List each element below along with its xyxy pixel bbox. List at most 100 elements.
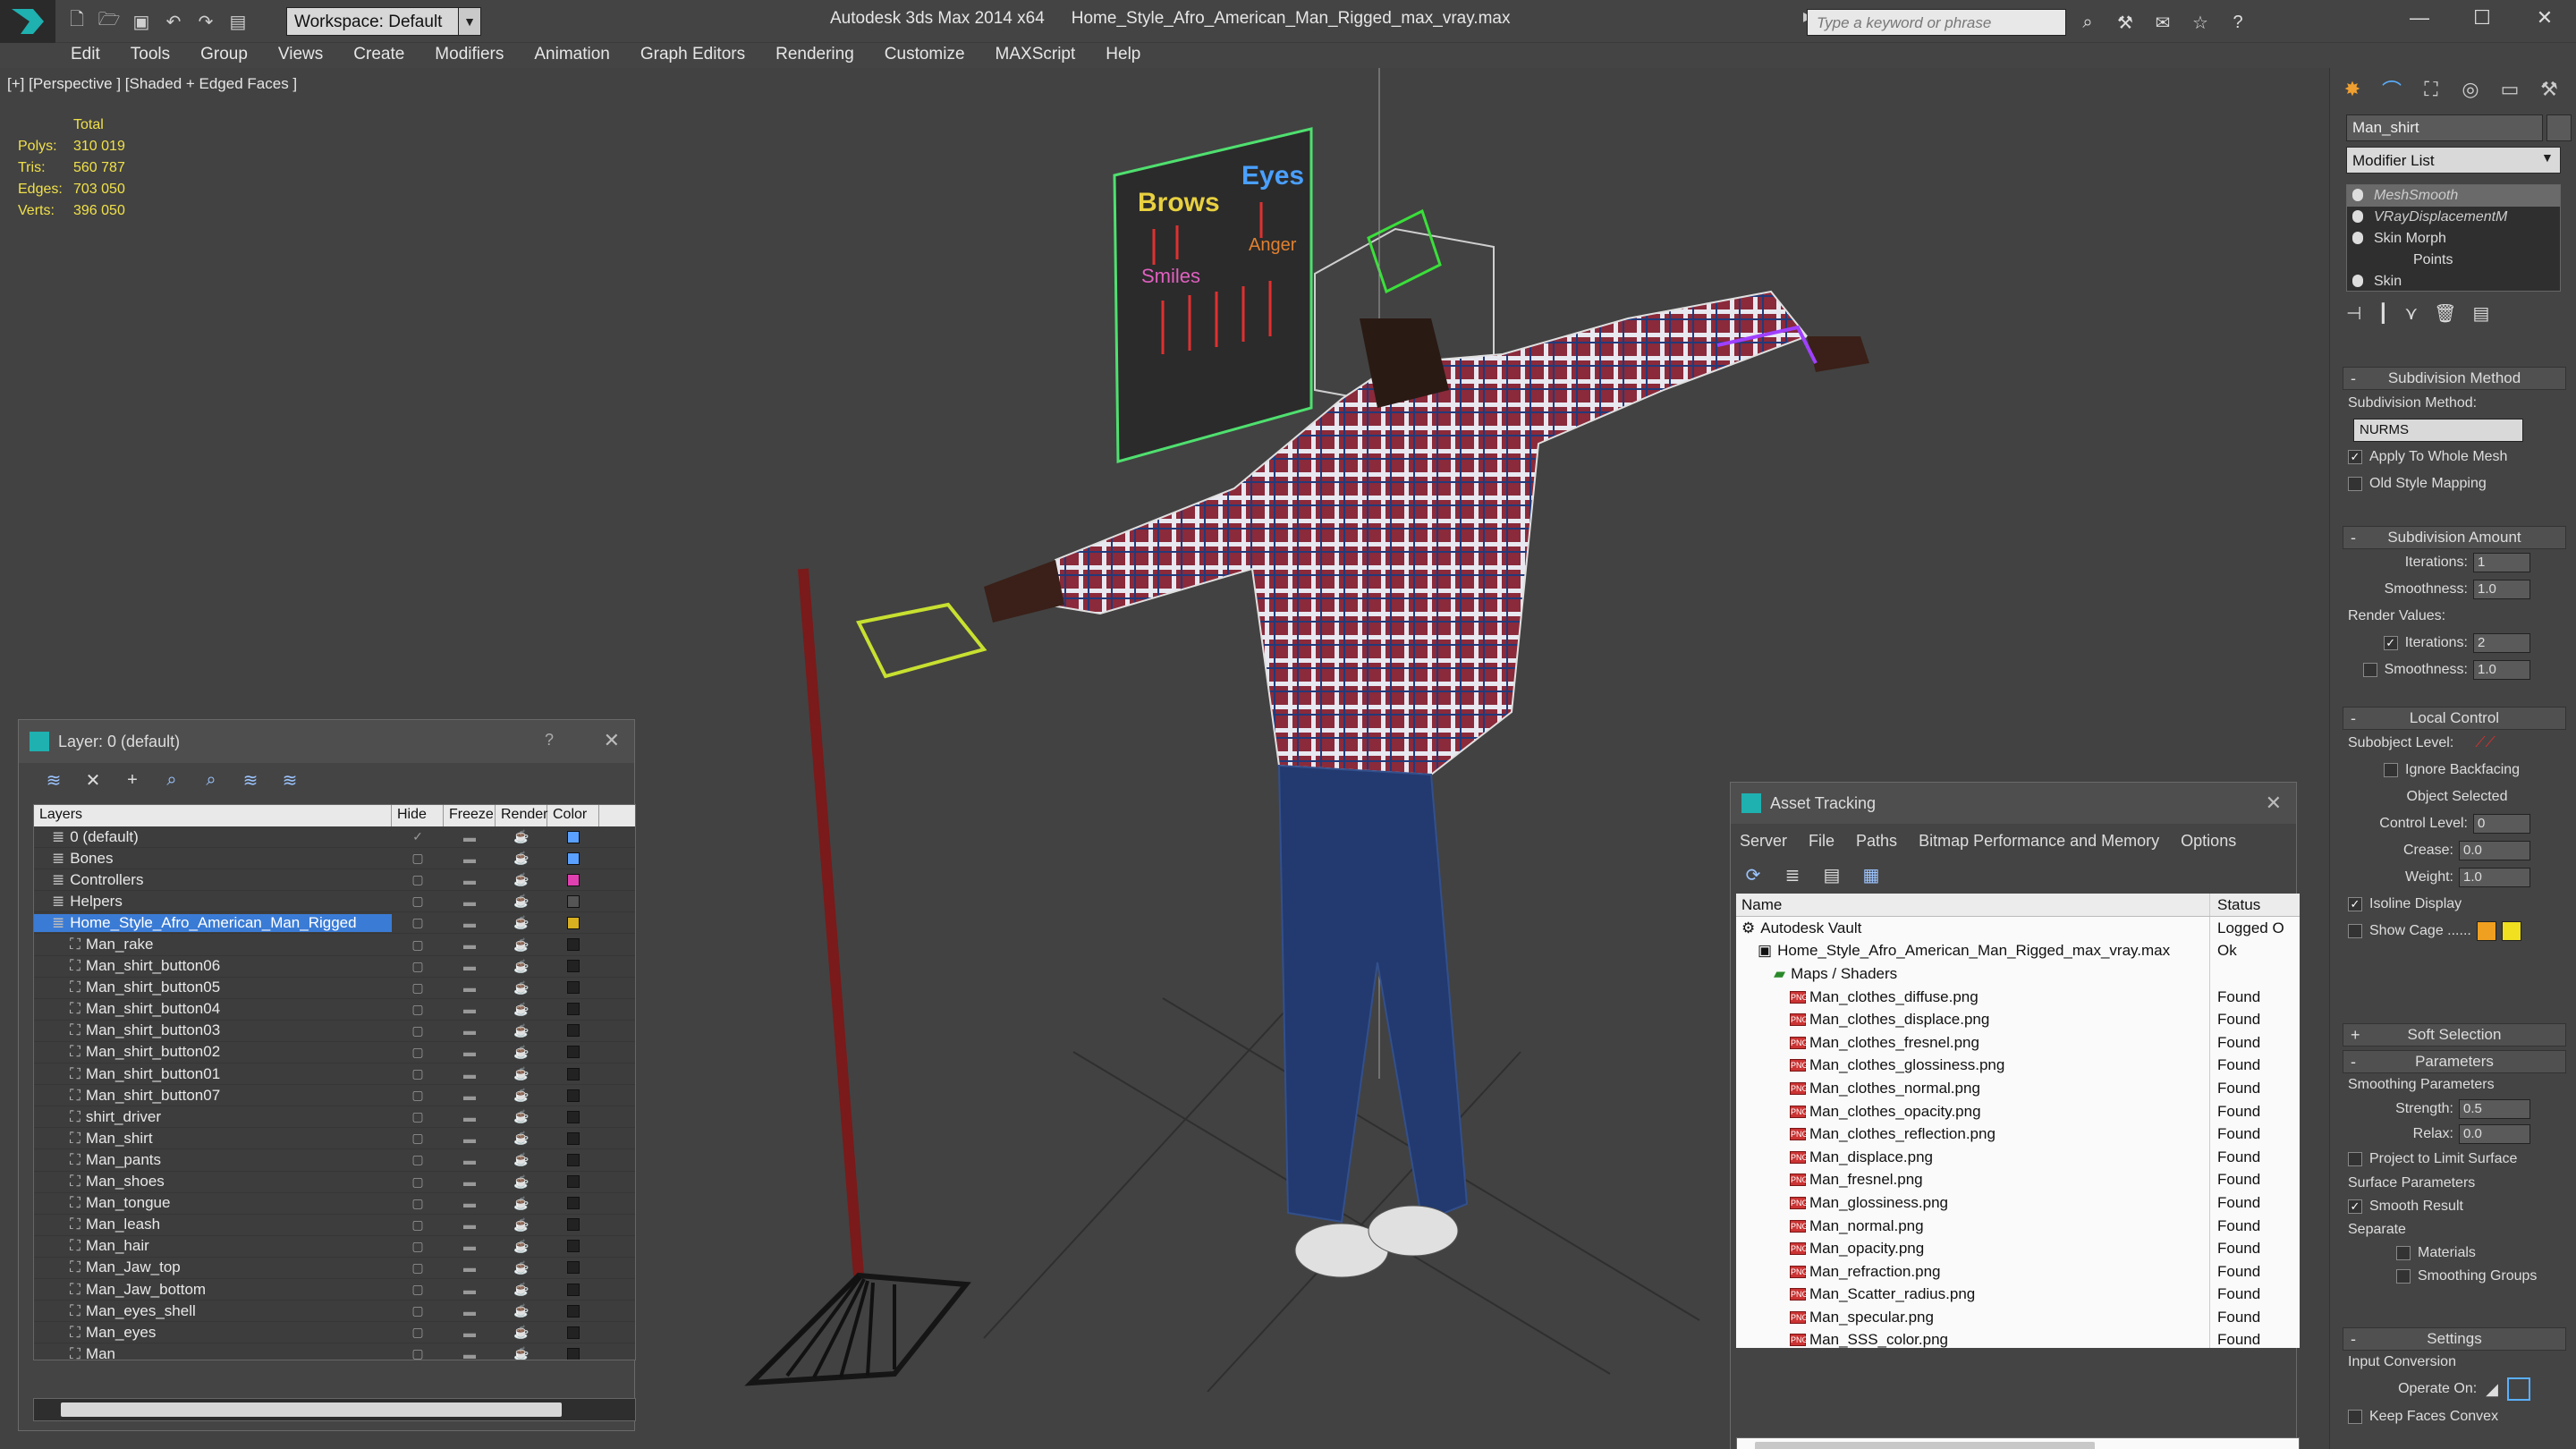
- weight-spinner[interactable]: 1.0: [2459, 868, 2530, 887]
- pin-stack-icon[interactable]: ⊣: [2346, 302, 2361, 325]
- asset-row[interactable]: PNG Man_clothes_fresnel.png Found: [1736, 1030, 2300, 1055]
- layer-row[interactable]: ⛶ Man_shirt_button01 ▢ ▬ ☕: [34, 1063, 635, 1086]
- layer-row[interactable]: ⛶ Man_shirt_button02 ▢ ▬ ☕: [34, 1041, 635, 1064]
- layer-row[interactable]: ≣ Home_Style_Afro_American_Man_Rigged ▢ ▬ ☕: [34, 912, 635, 935]
- modify-tab-icon[interactable]: ⌒: [2375, 73, 2409, 106]
- asset-panel-title[interactable]: Asset Tracking ✕: [1731, 783, 2296, 824]
- scroll-thumb[interactable]: [1755, 1442, 2095, 1449]
- asset-row[interactable]: PNG Man_glossiness.png Found: [1736, 1191, 2300, 1215]
- layer-row[interactable]: ⛶ Man_pants ▢ ▬ ☕: [34, 1149, 635, 1172]
- menu-modifiers[interactable]: Modifiers: [419, 43, 519, 66]
- asset-row[interactable]: PNG Man_clothes_reflection.png Found: [1736, 1123, 2300, 1146]
- asset-row[interactable]: PNG Man_normal.png Found: [1736, 1214, 2300, 1238]
- layer-color-swatch[interactable]: [547, 894, 599, 908]
- motion-tab-icon[interactable]: ◎: [2453, 73, 2487, 106]
- highlight-layer-icon[interactable]: ⌕: [198, 767, 225, 793]
- render-toggle[interactable]: ☕: [496, 1088, 547, 1103]
- object-color-swatch[interactable]: [2546, 114, 2572, 141]
- binoculars-icon[interactable]: ⌕: [2073, 9, 2102, 36]
- asset-row[interactable]: PNG Man_opacity.png Found: [1736, 1237, 2300, 1260]
- hide-toggle[interactable]: ▢: [392, 1217, 444, 1233]
- menu-maxscript[interactable]: MAXScript: [980, 43, 1091, 66]
- control-level-spinner[interactable]: 0: [2473, 814, 2530, 834]
- checkbox[interactable]: [2348, 1152, 2362, 1166]
- search-input[interactable]: Type a keyword or phrase: [1807, 9, 2066, 36]
- render-toggle[interactable]: ☕: [496, 851, 547, 866]
- redo-icon[interactable]: ↷: [191, 7, 220, 36]
- asset-row[interactable]: PNG Man_displace.png Found: [1736, 1145, 2300, 1169]
- layer-color-swatch[interactable]: [547, 981, 599, 995]
- smooth-result-option[interactable]: ✓ Smooth Result: [2343, 1195, 2566, 1218]
- checkbox[interactable]: ✓: [2348, 1199, 2362, 1214]
- render-toggle[interactable]: ☕: [496, 980, 547, 996]
- utilities-tab-icon[interactable]: ⚒: [2532, 73, 2566, 106]
- help-icon[interactable]: ?: [545, 731, 554, 750]
- hide-toggle[interactable]: ▢: [392, 872, 444, 887]
- ignore-backfacing-option[interactable]: Ignore Backfacing: [2343, 757, 2566, 784]
- freeze-toggle[interactable]: ▬: [444, 1217, 496, 1232]
- menu-help[interactable]: Help: [1090, 43, 1156, 66]
- rollout-header[interactable]: - Subdivision Method: [2343, 367, 2566, 390]
- apply-whole-mesh-option[interactable]: ✓ Apply To Whole Mesh: [2343, 444, 2566, 470]
- hierarchy-tab-icon[interactable]: ⛶: [2414, 73, 2448, 106]
- asset-row[interactable]: PNG Man_refraction.png Found: [1736, 1259, 2300, 1284]
- asset-row[interactable]: PNG Man_clothes_glossiness.png Found: [1736, 1054, 2300, 1078]
- menu-bitmap-performance[interactable]: Bitmap Performance and Memory: [1919, 832, 2159, 851]
- render-toggle[interactable]: ☕: [496, 1023, 547, 1038]
- layer-color-swatch[interactable]: [547, 1024, 599, 1038]
- layer-color-swatch[interactable]: [547, 1283, 599, 1296]
- layer-row[interactable]: ≣ 0 (default) ✓ ▬ ☕: [34, 826, 635, 849]
- layer-row[interactable]: ⛶ Man_shoes ▢ ▬ ☕: [34, 1171, 635, 1193]
- menu-group[interactable]: Group: [185, 43, 263, 66]
- asset-row[interactable]: PNG Man_clothes_normal.png Found: [1736, 1077, 2300, 1100]
- layer-row[interactable]: ⛶ Man_eyes_shell ▢ ▬ ☕: [34, 1301, 635, 1323]
- maximize-icon[interactable]: ☐: [2451, 0, 2513, 36]
- layer-row[interactable]: ⛶ Man_leash ▢ ▬ ☕: [34, 1214, 635, 1236]
- menu-animation[interactable]: Animation: [519, 43, 625, 66]
- freeze-toggle[interactable]: ▬: [444, 916, 496, 930]
- cage-selected-color-swatch[interactable]: [2501, 921, 2521, 941]
- remove-modifier-icon[interactable]: 🗑: [2434, 302, 2456, 325]
- layer-row[interactable]: ⛶ Man ▢ ▬ ☕: [34, 1343, 635, 1360]
- freeze-toggle[interactable]: ▬: [444, 1067, 496, 1081]
- chevron-down-icon[interactable]: ▼: [2541, 150, 2554, 165]
- hide-toggle[interactable]: ▢: [392, 1325, 444, 1340]
- render-iterations-spinner[interactable]: 2: [2473, 633, 2530, 653]
- subscription-icon[interactable]: ⚒: [2111, 9, 2140, 36]
- undo-icon[interactable]: ↶: [159, 7, 188, 36]
- layer-color-swatch[interactable]: [547, 1304, 599, 1318]
- column-render[interactable]: Render: [496, 805, 547, 826]
- column-layers[interactable]: Layers: [34, 805, 392, 826]
- show-end-result-icon[interactable]: ┃: [2377, 302, 2388, 325]
- freeze-toggle[interactable]: ▬: [444, 1239, 496, 1253]
- layer-panel-title[interactable]: Layer: 0 (default) ? ✕: [19, 720, 634, 763]
- layer-color-swatch[interactable]: [547, 1347, 599, 1360]
- layer-color-swatch[interactable]: [547, 1175, 599, 1189]
- layer-row[interactable]: ⛶ Man_shirt_button05 ▢ ▬ ☕: [34, 977, 635, 999]
- freeze-toggle[interactable]: ▬: [444, 1326, 496, 1340]
- menu-customize[interactable]: Customize: [869, 43, 980, 66]
- freeze-toggle[interactable]: ▬: [444, 894, 496, 909]
- freeze-toggle[interactable]: ▬: [444, 1089, 496, 1103]
- stack-item-points[interactable]: Points: [2347, 250, 2560, 271]
- asset-row[interactable]: PNG Man_specular.png Found: [1736, 1306, 2300, 1329]
- freeze-toggle[interactable]: ▬: [444, 1023, 496, 1038]
- subdivision-method-dropdown[interactable]: NURMS: [2353, 419, 2523, 442]
- modifier-stack[interactable]: MeshSmooth VRayDisplacementM Skin Morph …: [2346, 184, 2561, 292]
- checkbox[interactable]: [2348, 1410, 2362, 1424]
- communication-icon[interactable]: ✉: [2148, 9, 2177, 36]
- menu-file[interactable]: File: [1809, 832, 1835, 851]
- render-toggle[interactable]: ☕: [496, 872, 547, 887]
- hide-toggle[interactable]: ▢: [392, 937, 444, 953]
- rollout-header[interactable]: - Settings: [2343, 1327, 2566, 1351]
- layer-color-swatch[interactable]: [547, 960, 599, 973]
- relax-spinner[interactable]: 0.0: [2459, 1124, 2530, 1144]
- hide-toggle[interactable]: ▢: [392, 1303, 444, 1318]
- rollout-header[interactable]: + Soft Selection: [2343, 1023, 2566, 1046]
- column-hide[interactable]: Hide: [392, 805, 444, 826]
- render-toggle[interactable]: ☕: [496, 1131, 547, 1146]
- freeze-toggle[interactable]: ▬: [444, 1131, 496, 1146]
- asset-row[interactable]: PNG Man_Scatter_radius.png Found: [1736, 1283, 2300, 1307]
- lightbulb-icon[interactable]: [2352, 232, 2363, 244]
- hide-toggle[interactable]: ✓: [392, 829, 444, 844]
